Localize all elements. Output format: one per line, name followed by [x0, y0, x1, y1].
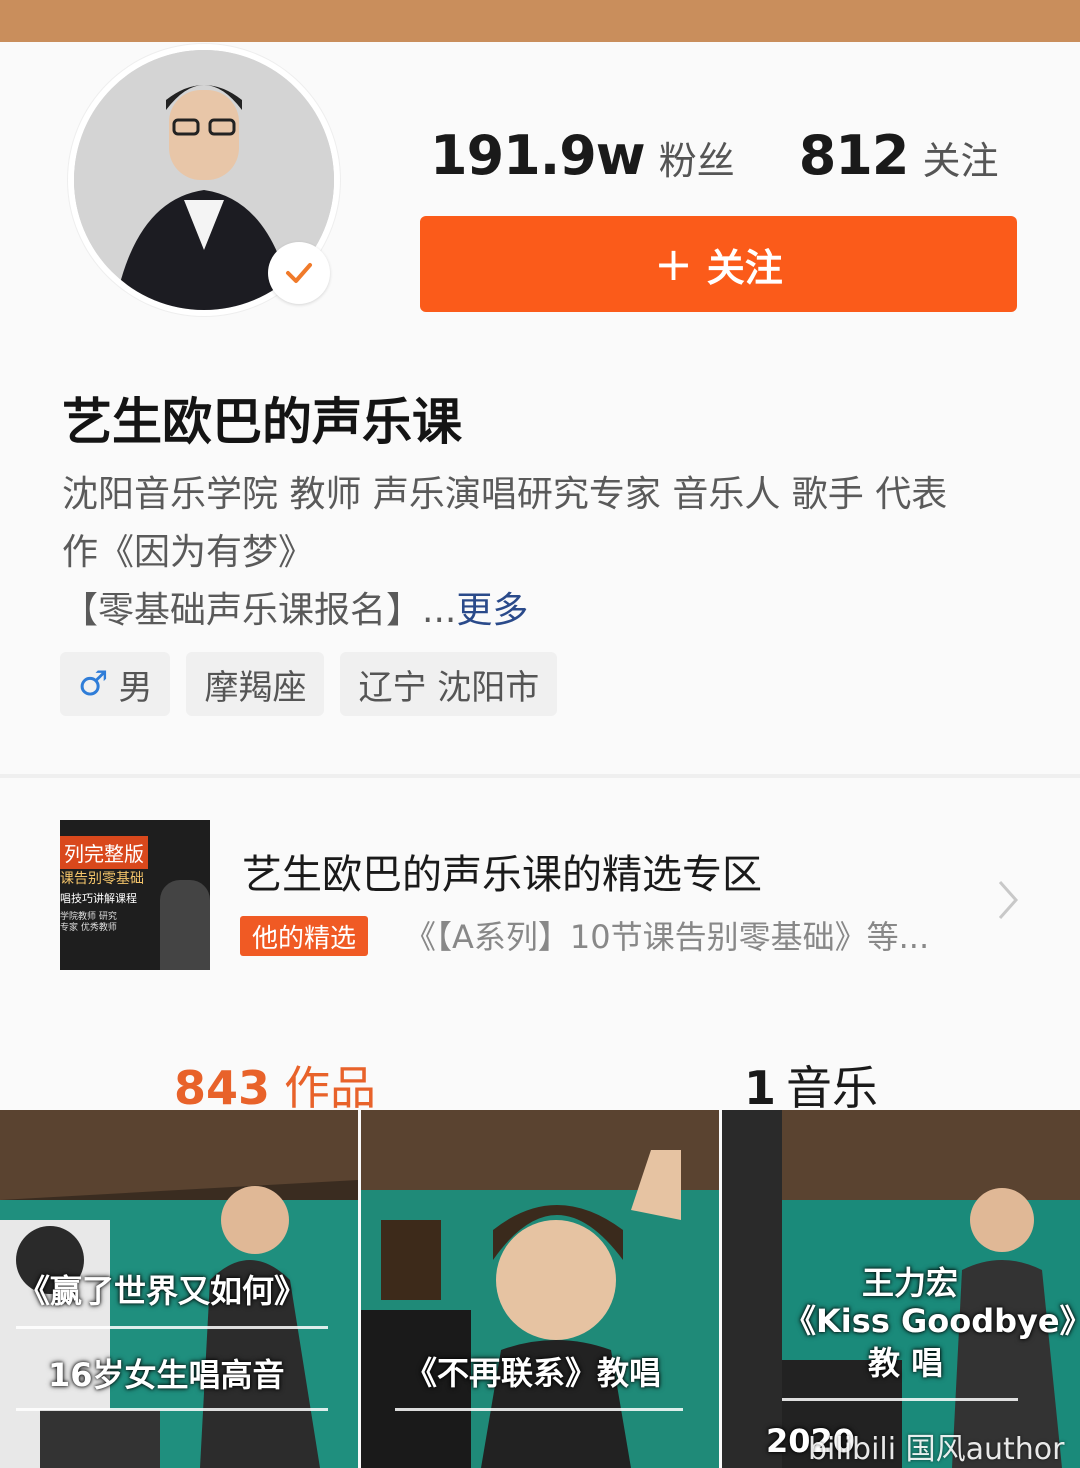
bio-line-3-text: 【零基础声乐课报名】... [62, 590, 457, 631]
tag-location: 辽宁 沈阳市 [340, 652, 558, 716]
bio-more-link[interactable]: 更多 [456, 590, 528, 631]
video-tile[interactable]: 《赢了世界又如何》 16岁女生唱高音 [0, 1110, 358, 1468]
male-icon: ♂ [78, 664, 109, 704]
caption-underline [782, 1398, 1018, 1401]
caption-underline [395, 1408, 683, 1411]
stats-row: 191.9w 粉丝 812 关注 [430, 124, 998, 187]
caption-underline [16, 1326, 328, 1329]
video-title-line-2: 《Kiss Goodbye》 [784, 1302, 1080, 1340]
featured-thumbnail: 列完整版 课告别零基础 唱技巧讲解课程 学院教师 研究专家 优秀教师 [60, 820, 210, 970]
music-label: 音乐 [786, 1061, 879, 1115]
works-count: 843 [174, 1061, 271, 1115]
featured-title: 艺生欧巴的声乐课的精选专区 [242, 852, 762, 898]
thumb-text-3: 唱技巧讲解课程 [60, 892, 137, 905]
thumb-text-4: 学院教师 研究专家 优秀教师 [60, 912, 117, 933]
following-count[interactable]: 812 [799, 124, 910, 187]
tag-gender: ♂ 男 [60, 652, 171, 716]
profile-bio: 沈阳音乐学院 教师 声乐演唱研究专家 音乐人 歌手 代表 作《因为有梦》 【零基… [62, 466, 1032, 640]
plus-icon: + [654, 237, 693, 291]
thumb-text-1: 列完整版 [60, 836, 148, 869]
top-banner [0, 0, 1080, 42]
bio-line-1: 沈阳音乐学院 教师 声乐演唱研究专家 音乐人 歌手 代表 [62, 474, 948, 515]
following-label[interactable]: 关注 [922, 130, 998, 185]
works-label: 作品 [284, 1061, 377, 1115]
featured-badge: 他的精选 [240, 916, 369, 956]
video-title-line-1: 《不再联系》教唱 [405, 1354, 662, 1392]
section-divider [0, 774, 1080, 778]
tag-gender-label: 男 [118, 667, 153, 708]
followers-count[interactable]: 191.9w [430, 124, 646, 187]
chevron-right-icon [998, 881, 1019, 919]
tag-zodiac: 摩羯座 [186, 652, 325, 716]
video-title-line-1: 《赢了世界又如何》 [18, 1272, 307, 1310]
bio-line-3: 【零基础声乐课报名】...更多 [62, 582, 1032, 640]
verified-check-icon [268, 242, 330, 304]
featured-desc: 《【A系列】10节课告别零基础》等... [404, 918, 930, 956]
video-thumbnail [361, 1110, 719, 1468]
video-tile[interactable]: 《不再联系》教唱 [361, 1110, 719, 1468]
profile-tags: ♂ 男 摩羯座 辽宁 沈阳市 [60, 652, 573, 716]
follow-button[interactable]: + 关注 [420, 216, 1017, 312]
follow-button-label: 关注 [706, 245, 783, 290]
music-count: 1 [744, 1061, 777, 1115]
thumb-person [160, 880, 210, 970]
thumb-text-2: 课告别零基础 [60, 871, 144, 887]
followers-label[interactable]: 粉丝 [659, 130, 735, 185]
tab-works[interactable]: 843 作品 [174, 1052, 376, 1118]
video-title-line-3: 教 唱 [868, 1344, 944, 1382]
caption-underline [16, 1408, 328, 1411]
video-tile[interactable]: 王力宏 《Kiss Goodbye》 教 唱 2020 [722, 1110, 1080, 1468]
profile-name: 艺生欧巴的声乐课 [62, 393, 462, 451]
tab-music[interactable]: 1 音乐 [744, 1052, 878, 1118]
bilibili-watermark: bilibili 国风author [808, 1432, 1065, 1467]
video-title-line-2: 16岁女生唱高音 [48, 1356, 285, 1394]
video-grid: 《赢了世界又如何》 16岁女生唱高音 《不再联系》教唱 王力宏 《Kiss Go… [0, 1110, 1080, 1468]
featured-section[interactable]: 列完整版 课告别零基础 唱技巧讲解课程 学院教师 研究专家 优秀教师 艺生欧巴的… [0, 782, 1080, 1012]
bio-line-2: 作《因为有梦》 [62, 532, 315, 573]
